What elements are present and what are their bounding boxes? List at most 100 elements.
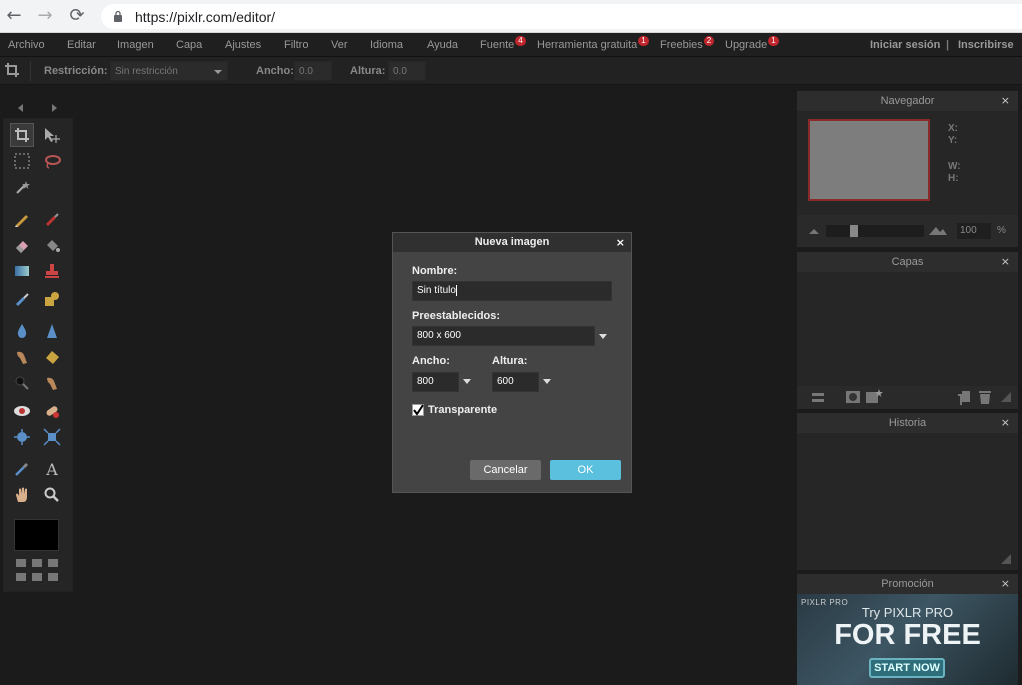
toolbox-collapse-right-icon[interactable] xyxy=(52,104,57,112)
sponge-icon[interactable] xyxy=(40,345,64,369)
notification-badge: 1 xyxy=(638,36,649,46)
burn-icon[interactable] xyxy=(40,371,64,395)
pencil-icon[interactable] xyxy=(10,207,34,231)
close-icon[interactable]: × xyxy=(616,233,625,252)
back-icon[interactable]: ← xyxy=(3,5,25,27)
navigator-title: Navegador × xyxy=(797,91,1018,111)
paint-bucket-icon[interactable] xyxy=(40,233,64,257)
layers-panel: Capas × xyxy=(797,252,1018,409)
menu-editar[interactable]: Editar xyxy=(67,39,96,51)
pinch-icon[interactable] xyxy=(40,425,64,449)
chevron-down-icon[interactable] xyxy=(599,334,607,339)
presets-select[interactable]: 800 x 600 xyxy=(412,326,595,346)
toolbox: A xyxy=(3,118,73,592)
navigator-preview[interactable] xyxy=(808,119,930,201)
type-tool-icon[interactable]: A xyxy=(40,457,64,481)
notification-badge: 4 xyxy=(515,36,526,46)
menu-ajustes[interactable]: Ajustes xyxy=(225,39,261,51)
menu-upgrade[interactable]: Upgrade 1 xyxy=(725,36,779,51)
chevron-down-icon xyxy=(214,70,222,74)
close-icon[interactable]: × xyxy=(1001,252,1010,272)
crop-tool-icon[interactable] xyxy=(10,123,34,147)
close-icon[interactable]: × xyxy=(1001,91,1010,111)
lasso-tool-icon[interactable] xyxy=(40,149,64,173)
eraser-icon[interactable] xyxy=(10,233,34,257)
height-input[interactable]: 600 xyxy=(492,372,539,392)
toolbox-collapse-left-icon[interactable] xyxy=(18,104,23,112)
address-bar[interactable]: https://pixlr.com/editor/ xyxy=(101,4,1022,29)
sharpen-icon[interactable] xyxy=(40,319,64,343)
signup-link[interactable]: Inscribirse xyxy=(958,39,1014,51)
zoom-out-icon[interactable] xyxy=(808,227,820,235)
restriction-select[interactable]: Sin restricción xyxy=(110,61,228,81)
zoom-icon[interactable] xyxy=(40,483,64,507)
marquee-tool-icon[interactable] xyxy=(10,149,34,173)
layer-settings-icon[interactable] xyxy=(811,391,825,405)
forward-icon[interactable]: → xyxy=(34,5,56,27)
brush-icon[interactable] xyxy=(40,207,64,231)
hand-icon[interactable] xyxy=(10,483,34,507)
transparent-checkbox[interactable] xyxy=(412,404,424,416)
grid-layout-icon[interactable] xyxy=(16,559,60,583)
promo-panel: Promoción × PIXLR PRO Try PIXLR PRO FOR … xyxy=(797,574,1018,685)
notification-badge: 1 xyxy=(768,36,779,46)
resize-handle-icon[interactable] xyxy=(1000,553,1012,565)
gradient-icon[interactable] xyxy=(10,259,34,283)
zoom-slider[interactable] xyxy=(826,225,924,237)
color-swatch[interactable] xyxy=(14,519,59,551)
options-bar: Restricción: Sin restricción Ancho: 0.0 … xyxy=(0,57,1022,85)
bloat-icon[interactable] xyxy=(10,425,34,449)
menu-capa[interactable]: Capa xyxy=(176,39,202,51)
reload-icon[interactable]: ⟳ xyxy=(66,5,88,27)
name-input[interactable]: Sin título xyxy=(412,281,612,301)
color-replace-icon[interactable] xyxy=(10,287,34,311)
text-cursor xyxy=(455,285,457,296)
smudge-icon[interactable] xyxy=(10,345,34,369)
move-tool-icon[interactable] xyxy=(40,123,64,147)
menu-filtro[interactable]: Filtro xyxy=(284,39,308,51)
drawing-tool-icon[interactable] xyxy=(40,287,64,311)
close-icon[interactable]: × xyxy=(1001,413,1010,433)
magic-wand-icon[interactable] xyxy=(10,175,34,199)
menu-ver[interactable]: Ver xyxy=(331,39,348,51)
menu-archivo[interactable]: Archivo xyxy=(8,39,45,51)
menu-idioma[interactable]: Idioma xyxy=(370,39,403,51)
menu-fuente[interactable]: Fuente 4 xyxy=(480,36,526,51)
zoom-input[interactable]: 100 xyxy=(957,223,991,239)
chevron-down-icon[interactable] xyxy=(543,379,551,384)
layer-mask-icon[interactable] xyxy=(845,390,861,404)
menu-freebies[interactable]: Freebies 2 xyxy=(660,36,715,51)
clone-stamp-icon[interactable] xyxy=(40,259,64,283)
layers-toolbar xyxy=(797,386,1018,409)
blur-icon[interactable] xyxy=(10,319,34,343)
ok-button[interactable]: OK xyxy=(550,460,621,480)
login-link[interactable]: Iniciar sesión xyxy=(870,39,940,51)
promo-banner[interactable]: PIXLR PRO Try PIXLR PRO FOR FREE START N… xyxy=(797,594,1018,685)
chevron-down-icon[interactable] xyxy=(463,379,471,384)
nav-w-label: W: xyxy=(948,161,961,172)
crop-icon xyxy=(5,63,19,77)
menubar: Archivo Editar Imagen Capa Ajustes Filtr… xyxy=(0,33,1022,57)
dodge-icon[interactable] xyxy=(10,371,34,395)
menu-herramienta-gratuita[interactable]: Herramienta gratuita 1 xyxy=(537,36,649,51)
name-value: Sin título xyxy=(417,285,456,297)
cancel-button[interactable]: Cancelar xyxy=(470,460,541,480)
spot-heal-icon[interactable] xyxy=(40,399,64,423)
layer-style-icon[interactable] xyxy=(865,388,883,404)
trash-icon[interactable] xyxy=(978,389,992,405)
height-input[interactable]: 0.0 xyxy=(388,61,426,81)
resize-handle-icon[interactable] xyxy=(1000,391,1012,403)
promo-title: Promoción × xyxy=(797,574,1018,594)
history-title: Historia × xyxy=(797,413,1018,433)
color-picker-icon[interactable] xyxy=(10,457,34,481)
zoom-slider-handle[interactable] xyxy=(850,225,858,237)
red-eye-icon[interactable] xyxy=(10,399,34,423)
new-layer-icon[interactable] xyxy=(957,390,971,405)
width-input[interactable]: 800 xyxy=(412,372,459,392)
zoom-in-icon[interactable] xyxy=(928,224,948,236)
menu-imagen[interactable]: Imagen xyxy=(117,39,154,51)
close-icon[interactable]: × xyxy=(1001,574,1010,594)
width-input[interactable]: 0.0 xyxy=(294,61,332,81)
menu-ayuda[interactable]: Ayuda xyxy=(427,39,458,51)
start-now-button[interactable]: START NOW xyxy=(869,658,945,678)
